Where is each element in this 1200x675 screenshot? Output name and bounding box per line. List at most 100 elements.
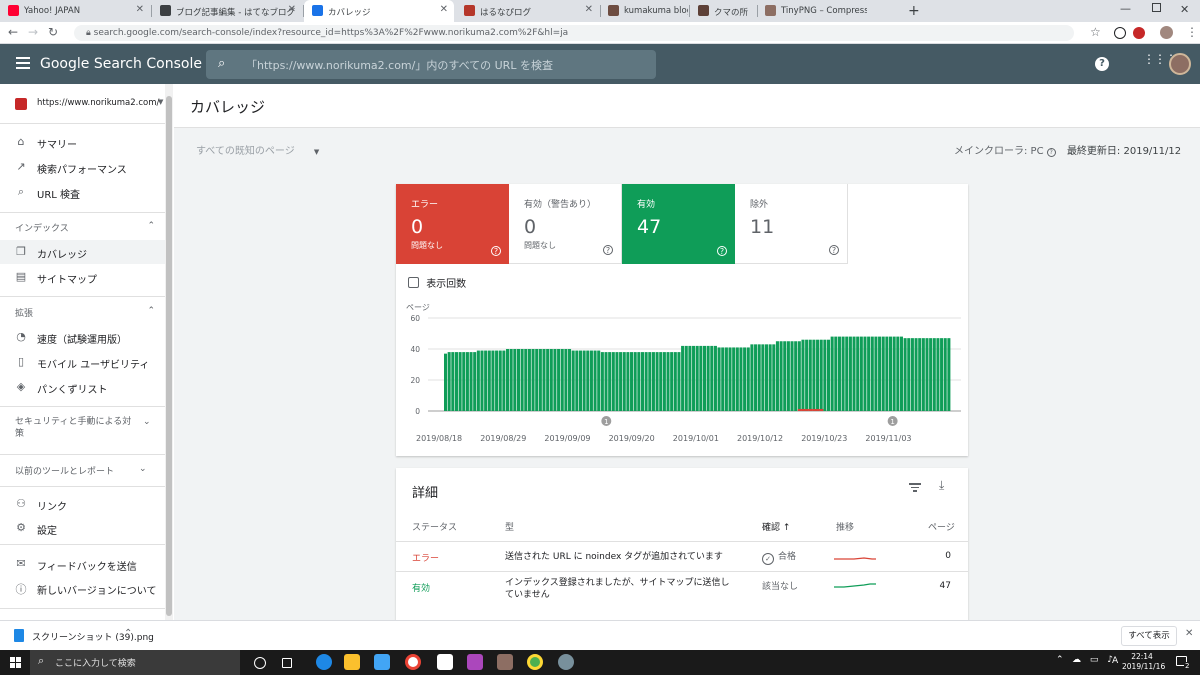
url-inspection-search[interactable]: ⌕ 「https://www.norikuma2.com/」内のすべての URL…: [206, 50, 656, 79]
bar-valid[interactable]: [863, 336, 867, 411]
star-icon[interactable]: ☆: [1090, 25, 1101, 39]
bar-valid[interactable]: [932, 338, 936, 411]
stat-excluded[interactable]: 除外 11?: [735, 184, 848, 264]
sidebar-item-mobile[interactable]: ▯ モバイル ユーザビリティ: [0, 350, 165, 374]
bar-valid[interactable]: [454, 352, 458, 411]
bar-valid[interactable]: [582, 350, 586, 411]
tab-kumakuma-blog[interactable]: kumakuma blog: [600, 0, 688, 22]
bar-valid[interactable]: [772, 344, 776, 411]
bar-valid[interactable]: [611, 352, 615, 411]
bar-valid[interactable]: [586, 350, 590, 411]
app-2-icon[interactable]: [558, 654, 574, 670]
bar-valid[interactable]: [495, 350, 499, 411]
page-filter-dropdown[interactable]: すべての既知のページ ▼: [196, 142, 319, 157]
bar-valid[interactable]: [885, 336, 889, 411]
extension-icon[interactable]: [1114, 27, 1126, 39]
bar-valid[interactable]: [808, 339, 812, 411]
download-icon[interactable]: ⤓: [939, 478, 944, 493]
edge-icon[interactable]: [316, 654, 332, 670]
help-icon[interactable]: ?: [1095, 57, 1109, 71]
bar-valid[interactable]: [921, 338, 925, 411]
bar-valid[interactable]: [878, 336, 882, 411]
bar-valid[interactable]: [564, 349, 568, 411]
sidebar-item-copy[interactable]: ❐ カバレッジ: [0, 240, 165, 264]
bar-valid[interactable]: [746, 347, 750, 411]
chrome-icon[interactable]: [527, 654, 543, 670]
column-status[interactable]: ステータス: [412, 520, 457, 533]
bar-error[interactable]: [805, 408, 809, 411]
annotation-marker[interactable]: 1: [887, 416, 898, 426]
bar-valid[interactable]: [699, 345, 703, 411]
bar-valid[interactable]: [837, 336, 841, 411]
sidebar-item-sitemap[interactable]: ▤ サイトマップ: [0, 265, 165, 289]
bar-valid[interactable]: [743, 347, 747, 411]
bar-valid[interactable]: [560, 349, 564, 411]
bar-error[interactable]: [812, 408, 817, 411]
bar-valid[interactable]: [546, 349, 550, 411]
bar-valid[interactable]: [841, 336, 845, 411]
profile-avatar[interactable]: [1160, 26, 1173, 39]
sidebar-scrollbar-thumb[interactable]: [166, 96, 172, 616]
bar-valid[interactable]: [801, 339, 805, 411]
minimize-button[interactable]: —: [1120, 2, 1131, 15]
bar-valid[interactable]: [444, 353, 448, 411]
bar-valid[interactable]: [608, 352, 612, 411]
column-trend[interactable]: 推移: [836, 520, 854, 533]
bar-valid[interactable]: [929, 338, 933, 411]
app-icon[interactable]: [467, 654, 483, 670]
bar-valid[interactable]: [637, 352, 641, 411]
bar-valid[interactable]: [870, 336, 874, 411]
bar-valid[interactable]: [542, 349, 546, 411]
bar-valid[interactable]: [721, 347, 725, 411]
bar-valid[interactable]: [677, 352, 681, 411]
bar-valid[interactable]: [914, 338, 918, 411]
bar-valid[interactable]: [571, 350, 575, 411]
bar-valid[interactable]: [553, 349, 557, 411]
bar-error[interactable]: [797, 408, 802, 411]
bar-valid[interactable]: [943, 338, 947, 411]
stat-valid-warning[interactable]: 有効（警告あり） 0 問題なし?: [509, 184, 622, 264]
bar-valid[interactable]: [502, 350, 506, 411]
bar-valid[interactable]: [907, 338, 911, 411]
bar-valid[interactable]: [688, 345, 692, 411]
help-icon[interactable]: ?: [1046, 148, 1056, 157]
bar-valid[interactable]: [498, 350, 502, 411]
bar-valid[interactable]: [462, 352, 466, 411]
bar-valid[interactable]: [480, 350, 484, 411]
bar-valid[interactable]: [458, 352, 462, 411]
windows-start-icon[interactable]: [10, 657, 21, 668]
bar-valid[interactable]: [874, 336, 878, 411]
help-icon[interactable]: ?: [829, 245, 839, 255]
store-icon[interactable]: [374, 654, 390, 670]
bar-valid[interactable]: [626, 352, 630, 411]
google-icon[interactable]: [405, 654, 421, 670]
bar-valid[interactable]: [476, 350, 480, 411]
bar-valid[interactable]: [845, 336, 849, 411]
bar-valid[interactable]: [527, 349, 531, 411]
bar-valid[interactable]: [797, 341, 801, 411]
bar-valid[interactable]: [615, 352, 619, 411]
bar-valid[interactable]: [834, 336, 838, 411]
bar-valid[interactable]: [881, 336, 885, 411]
column-type[interactable]: 型: [505, 520, 514, 533]
help-icon[interactable]: ?: [603, 245, 613, 255]
bar-valid[interactable]: [786, 341, 790, 411]
bar-valid[interactable]: [775, 341, 779, 411]
section-heading-enhancements[interactable]: 拡張 ⌃: [15, 306, 155, 319]
sidebar-item-settings[interactable]: ⚙ 設定: [0, 516, 165, 540]
photos-app-icon[interactable]: [497, 654, 513, 670]
bar-valid[interactable]: [779, 341, 783, 411]
bar-valid[interactable]: [856, 336, 860, 411]
back-icon[interactable]: ←: [8, 25, 18, 39]
close-tab-icon[interactable]: ✕: [288, 4, 296, 15]
bar-valid[interactable]: [892, 336, 896, 411]
sidebar-item-feedback[interactable]: ✉ フィードバックを送信: [0, 552, 165, 576]
bar-valid[interactable]: [568, 349, 572, 411]
bar-valid[interactable]: [724, 347, 728, 411]
tab-coverage[interactable]: カバレッジ ✕: [304, 0, 454, 22]
bar-valid[interactable]: [469, 352, 473, 411]
bar-valid[interactable]: [910, 338, 914, 411]
sidebar-item-info[interactable]: ⓘ 新しいバージョンについて: [0, 576, 165, 600]
bar-valid[interactable]: [783, 341, 787, 411]
bar-valid[interactable]: [848, 336, 852, 411]
